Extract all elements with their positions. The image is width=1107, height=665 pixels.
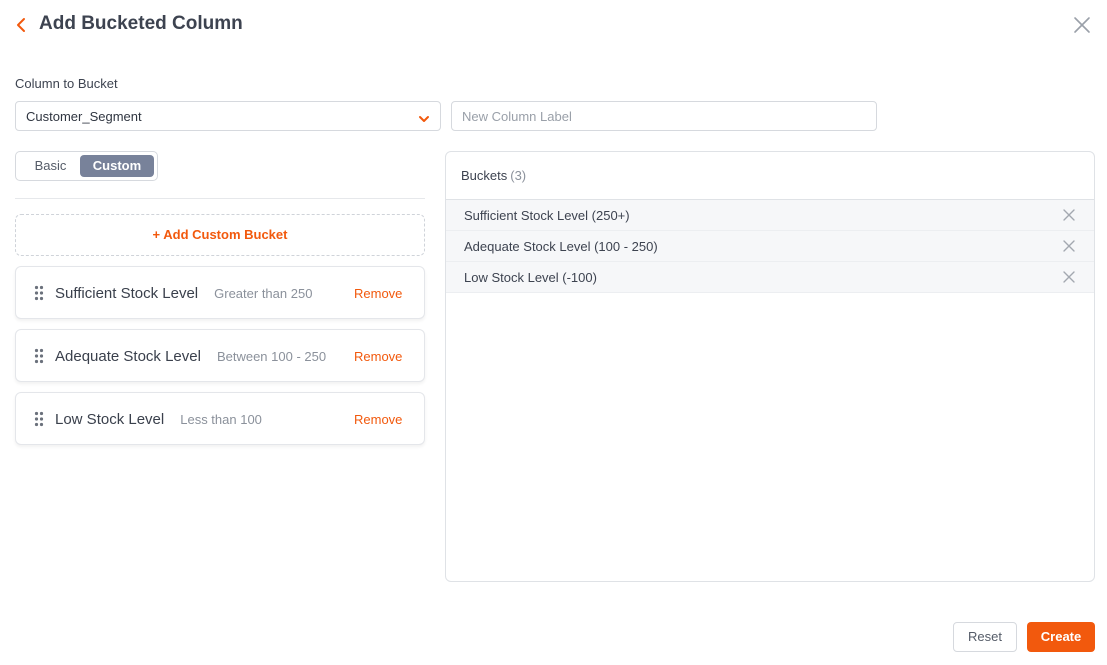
custom-bucket-card: Low Stock Level Less than 100 Remove: [15, 392, 425, 445]
close-icon[interactable]: [1062, 208, 1076, 222]
bucket-list-label: Low Stock Level (-100): [464, 270, 597, 285]
dialog-header: Add Bucketed Column: [0, 0, 1107, 50]
bucket-list-label: Sufficient Stock Level (250+): [464, 208, 630, 223]
bucket-list-label: Adequate Stock Level (100 - 250): [464, 239, 658, 254]
drag-handle-icon[interactable]: [34, 411, 44, 427]
new-column-label-input[interactable]: [451, 101, 877, 131]
drag-handle-icon[interactable]: [34, 285, 44, 301]
toggle-basic[interactable]: Basic: [20, 155, 81, 177]
column-to-bucket-label: Column to Bucket: [15, 76, 118, 91]
chevron-down-icon: [418, 112, 430, 122]
column-select-value: Customer_Segment: [26, 109, 142, 124]
bucket-name-text: Adequate Stock Level: [55, 348, 201, 365]
bucket-name-text: Low Stock Level: [55, 411, 165, 428]
remove-bucket-button[interactable]: Remove: [354, 412, 402, 427]
create-button[interactable]: Create: [1027, 622, 1095, 652]
remove-bucket-button[interactable]: Remove: [354, 349, 402, 364]
bucket-name-text: Sufficient Stock Level: [55, 285, 199, 302]
buckets-count: (3): [510, 168, 527, 183]
mode-toggle: Basic Custom: [15, 151, 158, 181]
close-icon[interactable]: [1062, 270, 1076, 284]
bucket-name: Low Stock Level Less than 100: [55, 411, 262, 428]
bucket-list-item: Sufficient Stock Level (250+): [446, 200, 1094, 231]
bucket-description: Between 100 - 250: [216, 349, 327, 364]
add-custom-bucket-button[interactable]: + Add Custom Bucket: [15, 214, 425, 256]
bucket-list-item: Adequate Stock Level (100 - 250): [446, 231, 1094, 262]
divider: [15, 198, 425, 199]
bucket-description: Greater than 250: [214, 286, 313, 301]
buckets-panel: Buckets (3) Sufficient Stock Level (250+)…: [445, 151, 1095, 582]
close-icon[interactable]: [1073, 16, 1091, 34]
toggle-custom[interactable]: Custom: [80, 155, 154, 177]
custom-bucket-card: Adequate Stock Level Between 100 - 250 Re…: [15, 329, 425, 382]
bucket-description: Less than 100: [180, 412, 262, 427]
chevron-left-icon[interactable]: [14, 16, 30, 34]
reset-button[interactable]: Reset: [953, 622, 1017, 652]
drag-handle-icon[interactable]: [34, 348, 44, 364]
add-bucketed-column-dialog: Add Bucketed Column Column to Bucket Cus…: [0, 0, 1107, 665]
buckets-panel-header: Buckets (3): [446, 152, 1094, 200]
bucket-name: Adequate Stock Level Between 100 - 250: [55, 348, 326, 365]
bucket-name: Sufficient Stock Level Greater than 250: [55, 285, 312, 302]
remove-bucket-button[interactable]: Remove: [354, 286, 402, 301]
buckets-panel-title: Buckets: [461, 168, 508, 183]
page-title: Add Bucketed Column: [39, 13, 243, 34]
custom-bucket-card: Sufficient Stock Level Greater than 250 R…: [15, 266, 425, 319]
close-icon[interactable]: [1062, 239, 1076, 253]
bucket-list-item: Low Stock Level (-100): [446, 262, 1094, 293]
column-select[interactable]: Customer_Segment: [15, 101, 441, 131]
